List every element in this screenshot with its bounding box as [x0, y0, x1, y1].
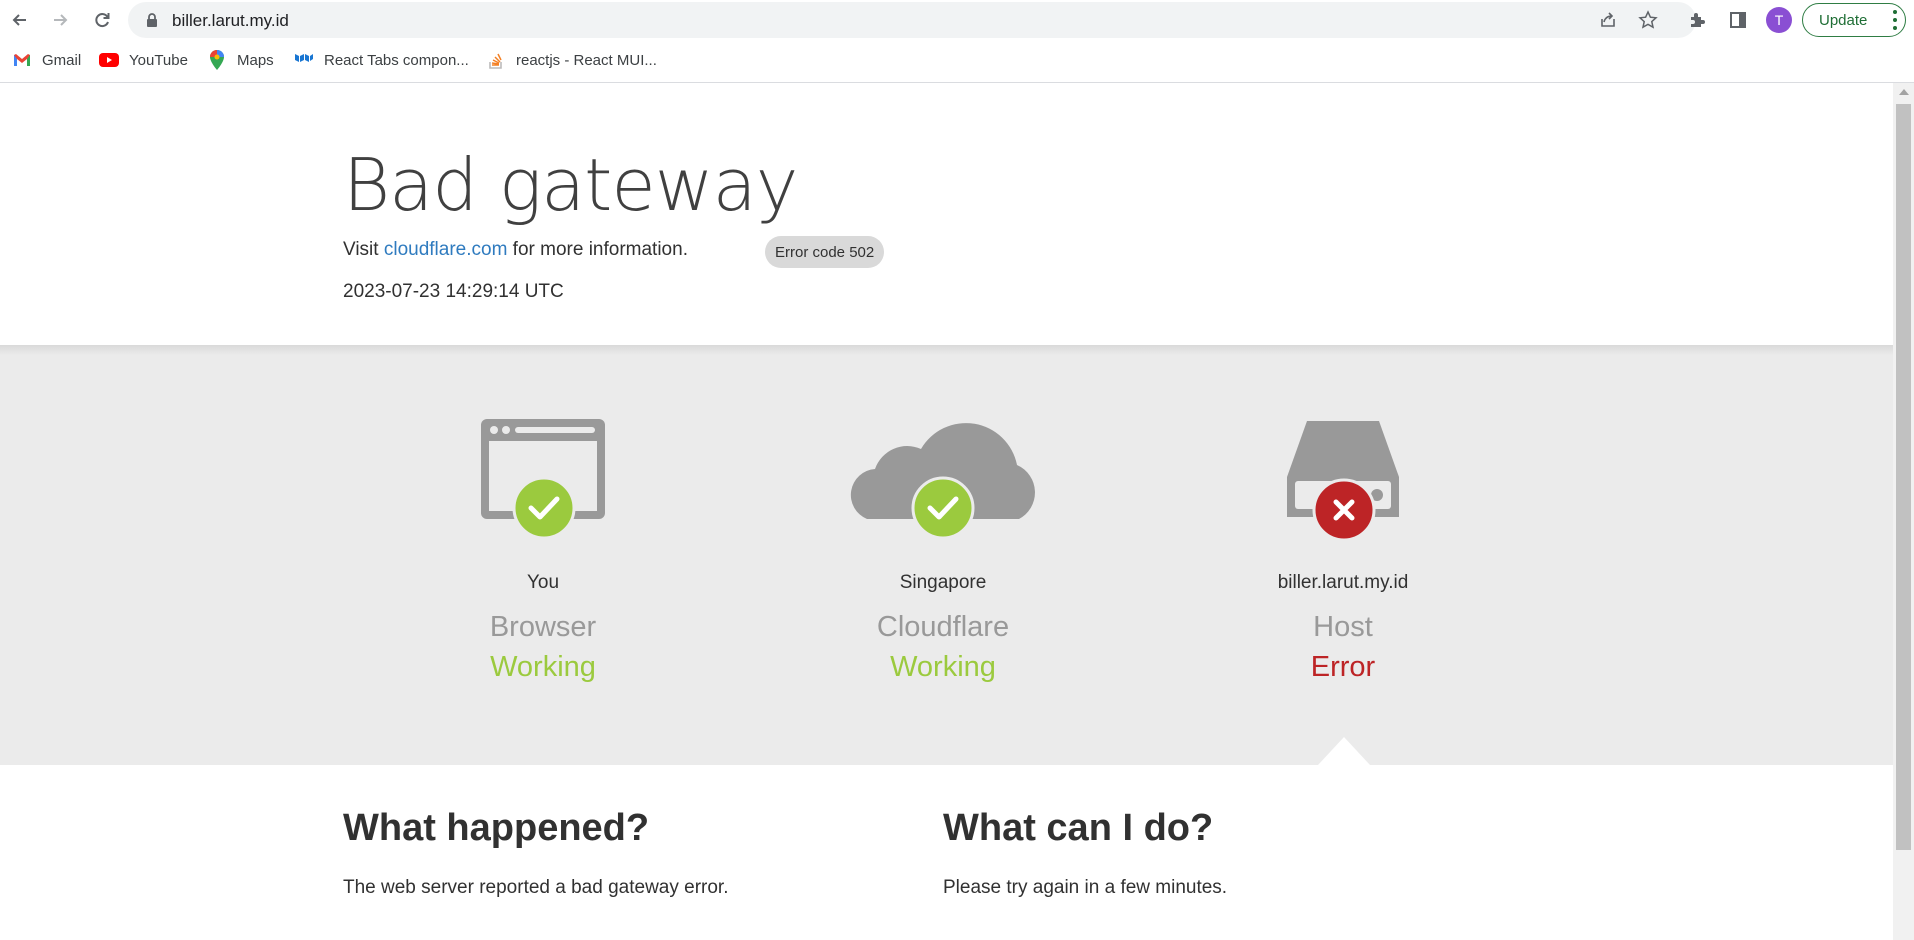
forward-button[interactable] [44, 4, 76, 36]
gmail-icon [12, 50, 32, 70]
address-bar[interactable]: biller.larut.my.id [128, 2, 1696, 38]
node-status: Working [490, 651, 596, 683]
cloudflare-link[interactable]: cloudflare.com [384, 239, 508, 260]
bookmark-label: React Tabs compon... [324, 51, 469, 69]
browser-icon [393, 417, 693, 547]
node-name: Host [1313, 611, 1373, 643]
status-section: You Browser Working Singapore Cloudflare… [0, 345, 1893, 765]
visit-text: Visit cloudflare.com for more informatio… [343, 239, 688, 261]
bookmark-label: Gmail [42, 51, 82, 69]
page-header: Bad gateway Error code 502 [343, 143, 885, 268]
page-title: Bad gateway [343, 143, 798, 227]
bookmark-react-tabs[interactable]: React Tabs compon... [294, 48, 469, 72]
node-status: Error [1310, 651, 1376, 683]
scrollbar-thumb[interactable] [1896, 104, 1911, 850]
bookmark-label: Maps [237, 51, 274, 69]
visit-suffix: for more information. [507, 239, 688, 260]
update-label: Update [1819, 11, 1868, 29]
browser-toolbar: biller.larut.my.id T Update [0, 0, 1914, 40]
scroll-up-arrow-icon[interactable] [1899, 89, 1909, 95]
reload-icon [95, 13, 110, 28]
bookmark-label: reactjs - React MUI... [516, 51, 657, 69]
node-location: Singapore [899, 572, 987, 593]
page-viewport: Bad gateway Error code 502 Visit cloudfl… [0, 83, 1893, 940]
extensions-button[interactable] [1686, 8, 1710, 32]
bookmark-reactjs-mui[interactable]: reactjs - React MUI... [486, 48, 657, 72]
error-code-badge: Error code 502 [765, 236, 885, 268]
forward-arrow-icon [54, 14, 68, 26]
mui-icon [294, 50, 314, 70]
profile-avatar[interactable]: T [1766, 7, 1792, 33]
update-button[interactable]: Update [1802, 3, 1906, 37]
what-happened-text: The web server reported a bad gateway er… [343, 877, 729, 898]
what-can-i-do-text: Please try again in a few minutes. [943, 877, 1228, 898]
node-location: You [526, 572, 560, 593]
bookmark-gmail[interactable]: Gmail [12, 48, 81, 72]
url-text[interactable]: biller.larut.my.id [172, 11, 289, 31]
page-scrollbar[interactable] [1893, 83, 1914, 940]
lock-icon [147, 13, 157, 27]
puzzle-icon [1691, 13, 1705, 27]
node-location: biller.larut.my.id [1277, 572, 1409, 593]
timestamp: 2023-07-23 14:29:14 UTC [343, 281, 564, 302]
youtube-icon [99, 50, 119, 70]
cloud-icon [793, 417, 1093, 547]
back-button[interactable] [4, 4, 36, 36]
stackoverflow-icon [486, 50, 506, 70]
info-section: What happened? The web server reported a… [0, 765, 1893, 940]
server-icon [1193, 417, 1493, 547]
side-panel-icon [1730, 12, 1746, 28]
back-arrow-icon [12, 14, 26, 26]
bookmark-youtube[interactable]: YouTube [99, 48, 188, 72]
side-panel-button[interactable] [1726, 8, 1750, 32]
bookmark-star-icon[interactable] [1638, 10, 1658, 30]
what-happened-heading: What happened? [343, 807, 650, 849]
node-name: Browser [489, 611, 597, 643]
node-name: Cloudflare [876, 611, 1010, 643]
bookmarks-bar: Gmail YouTube Maps React Tabs compon... … [0, 44, 1914, 78]
bookmark-label: YouTube [129, 51, 188, 69]
selected-node-pointer [1318, 737, 1370, 765]
node-status: Working [890, 651, 996, 683]
maps-icon [207, 50, 227, 70]
more-menu-icon[interactable] [1893, 10, 1897, 30]
reload-button[interactable] [86, 4, 118, 36]
bookmark-maps[interactable]: Maps [207, 48, 274, 72]
what-can-i-do-heading: What can I do? [943, 807, 1214, 849]
visit-prefix: Visit [343, 239, 384, 260]
share-icon[interactable] [1598, 10, 1618, 30]
